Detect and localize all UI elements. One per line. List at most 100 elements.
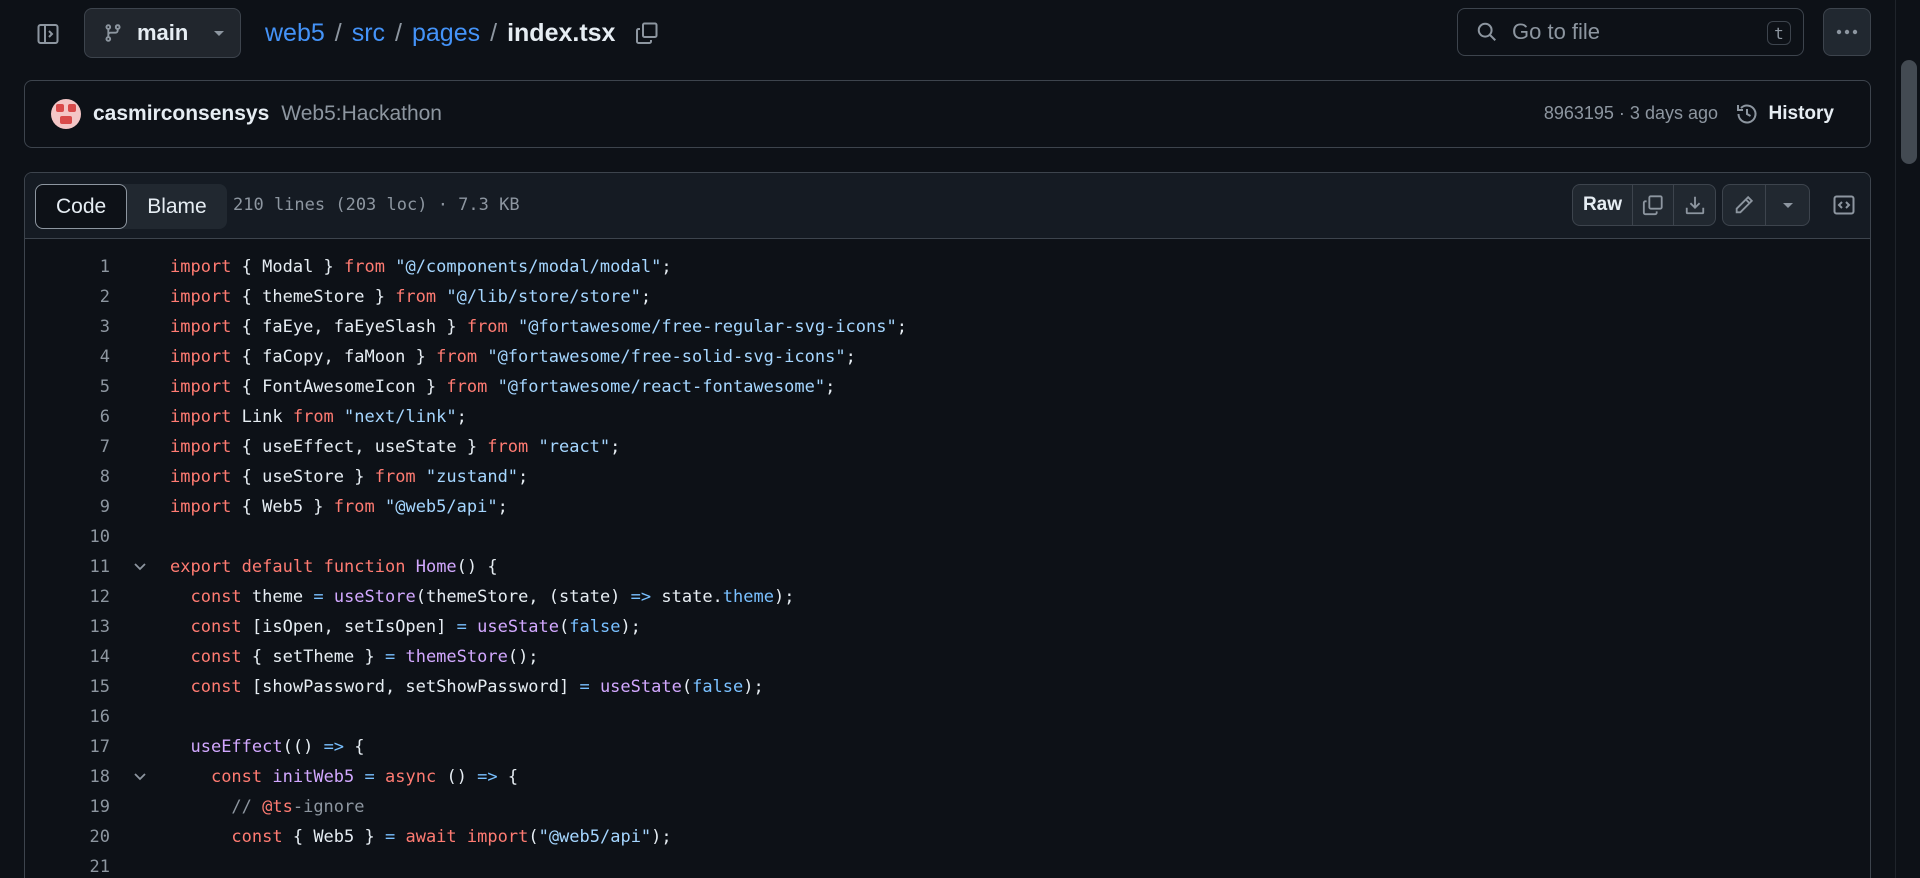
code-token: ; xyxy=(456,407,467,427)
code-token: { setTheme } xyxy=(241,647,385,667)
go-to-file-input[interactable]: Go to file t xyxy=(1457,8,1804,56)
line-number[interactable]: 2 xyxy=(25,287,110,307)
line-number[interactable]: 8 xyxy=(25,467,110,487)
code-token: const xyxy=(190,677,242,697)
code-token: { xyxy=(344,737,365,757)
tab-blame[interactable]: Blame xyxy=(127,184,227,229)
code-token: function xyxy=(323,557,406,577)
symbols-panel-button[interactable] xyxy=(1827,188,1861,222)
fold-chevron-icon[interactable] xyxy=(110,562,170,572)
more-options-button[interactable] xyxy=(1823,8,1871,56)
raw-button[interactable]: Raw xyxy=(1573,185,1633,225)
current-file-name: index.tsx xyxy=(507,18,616,47)
breadcrumb-repo-link[interactable]: web5 xyxy=(265,19,325,48)
line-number[interactable]: 5 xyxy=(25,377,110,397)
line-number[interactable]: 11 xyxy=(25,557,110,577)
line-number[interactable]: 1 xyxy=(25,257,110,277)
breadcrumb-src-link[interactable]: src xyxy=(352,19,385,48)
code-token: const xyxy=(190,617,242,637)
line-number[interactable]: 12 xyxy=(25,587,110,607)
avatar[interactable] xyxy=(51,99,81,129)
code-token: const xyxy=(231,827,283,847)
code-token: () xyxy=(436,767,478,787)
sidebar-toggle-button[interactable] xyxy=(32,18,64,50)
history-button[interactable]: History xyxy=(1735,95,1834,133)
code-token: import xyxy=(170,467,232,487)
line-number[interactable]: 21 xyxy=(25,857,110,877)
commit-sha-and-time[interactable]: 8963195 · 3 days ago xyxy=(1544,103,1718,124)
line-number[interactable]: 6 xyxy=(25,407,110,427)
line-number[interactable]: 14 xyxy=(25,647,110,667)
code-token: Link xyxy=(231,407,293,427)
code-token: => xyxy=(323,737,345,757)
line-number[interactable]: 7 xyxy=(25,437,110,457)
code-token: import xyxy=(170,317,232,337)
commit-message-link[interactable]: Web5:Hackathon xyxy=(281,102,442,126)
tab-code[interactable]: Code xyxy=(35,184,128,229)
code-token: import xyxy=(170,257,232,277)
code-token: = xyxy=(384,827,396,847)
line-number[interactable]: 18 xyxy=(25,767,110,787)
code-token: ( xyxy=(528,827,539,847)
code-token: = xyxy=(579,677,590,697)
line-number[interactable]: 9 xyxy=(25,497,110,517)
code-line: 4 import { faCopy, faMoon } from "@fortaw… xyxy=(25,342,1870,372)
line-number[interactable]: 3 xyxy=(25,317,110,337)
line-number[interactable]: 15 xyxy=(25,677,110,697)
code-token: ; xyxy=(825,377,836,397)
history-icon xyxy=(1736,104,1756,124)
code-line: 17 useEffect(() => { xyxy=(25,732,1870,762)
line-number[interactable]: 17 xyxy=(25,737,110,757)
code-token: ; xyxy=(640,287,652,307)
breadcrumb-pages-link[interactable]: pages xyxy=(412,19,480,48)
code-text: const { setTheme } = themeStore(); xyxy=(170,647,539,667)
code-token: ); xyxy=(620,617,641,637)
code-text: import { FontAwesomeIcon } from "@fortaw… xyxy=(170,377,835,397)
fold-chevron-icon[interactable] xyxy=(110,772,170,782)
line-number[interactable]: 19 xyxy=(25,797,110,817)
scrollbar-thumb[interactable] xyxy=(1901,60,1917,164)
edit-dropdown-button[interactable] xyxy=(1766,185,1809,225)
code-token: from xyxy=(333,497,375,517)
code-token: => xyxy=(477,767,498,787)
code-text: import { faEye, faEyeSlash } from "@fort… xyxy=(170,317,907,337)
code-token: const xyxy=(190,587,242,607)
edit-file-button[interactable] xyxy=(1723,185,1766,225)
code-token: // xyxy=(170,797,263,817)
code-token: ; xyxy=(896,317,907,337)
code-token: [isOpen, setIsOpen] xyxy=(241,617,457,637)
line-number[interactable]: 10 xyxy=(25,527,110,547)
download-raw-button[interactable] xyxy=(1674,185,1715,225)
page-scrollbar[interactable] xyxy=(1895,0,1920,878)
code-token: from xyxy=(292,407,334,427)
line-number[interactable]: 13 xyxy=(25,617,110,637)
code-token: (); xyxy=(507,647,539,667)
code-line: 16 xyxy=(25,702,1870,732)
code-token: ); xyxy=(743,677,764,697)
code-token: state. xyxy=(651,587,723,607)
line-number[interactable]: 4 xyxy=(25,347,110,367)
code-line: 10 xyxy=(25,522,1870,552)
sidebar-expand-icon xyxy=(37,24,59,44)
line-number[interactable]: 16 xyxy=(25,707,110,727)
copy-path-button[interactable] xyxy=(635,21,659,45)
copy-raw-button[interactable] xyxy=(1633,185,1674,225)
code-token: ( xyxy=(681,677,693,697)
code-line: 19 // @ts-ignore xyxy=(25,792,1870,822)
search-icon xyxy=(1477,22,1496,41)
branch-selector-button[interactable]: main xyxy=(84,8,241,58)
line-number[interactable]: 20 xyxy=(25,827,110,847)
code-token: ); xyxy=(651,827,672,847)
breadcrumb-separator: / xyxy=(490,18,498,47)
commit-author-link[interactable]: casmirconsensys xyxy=(93,102,269,126)
